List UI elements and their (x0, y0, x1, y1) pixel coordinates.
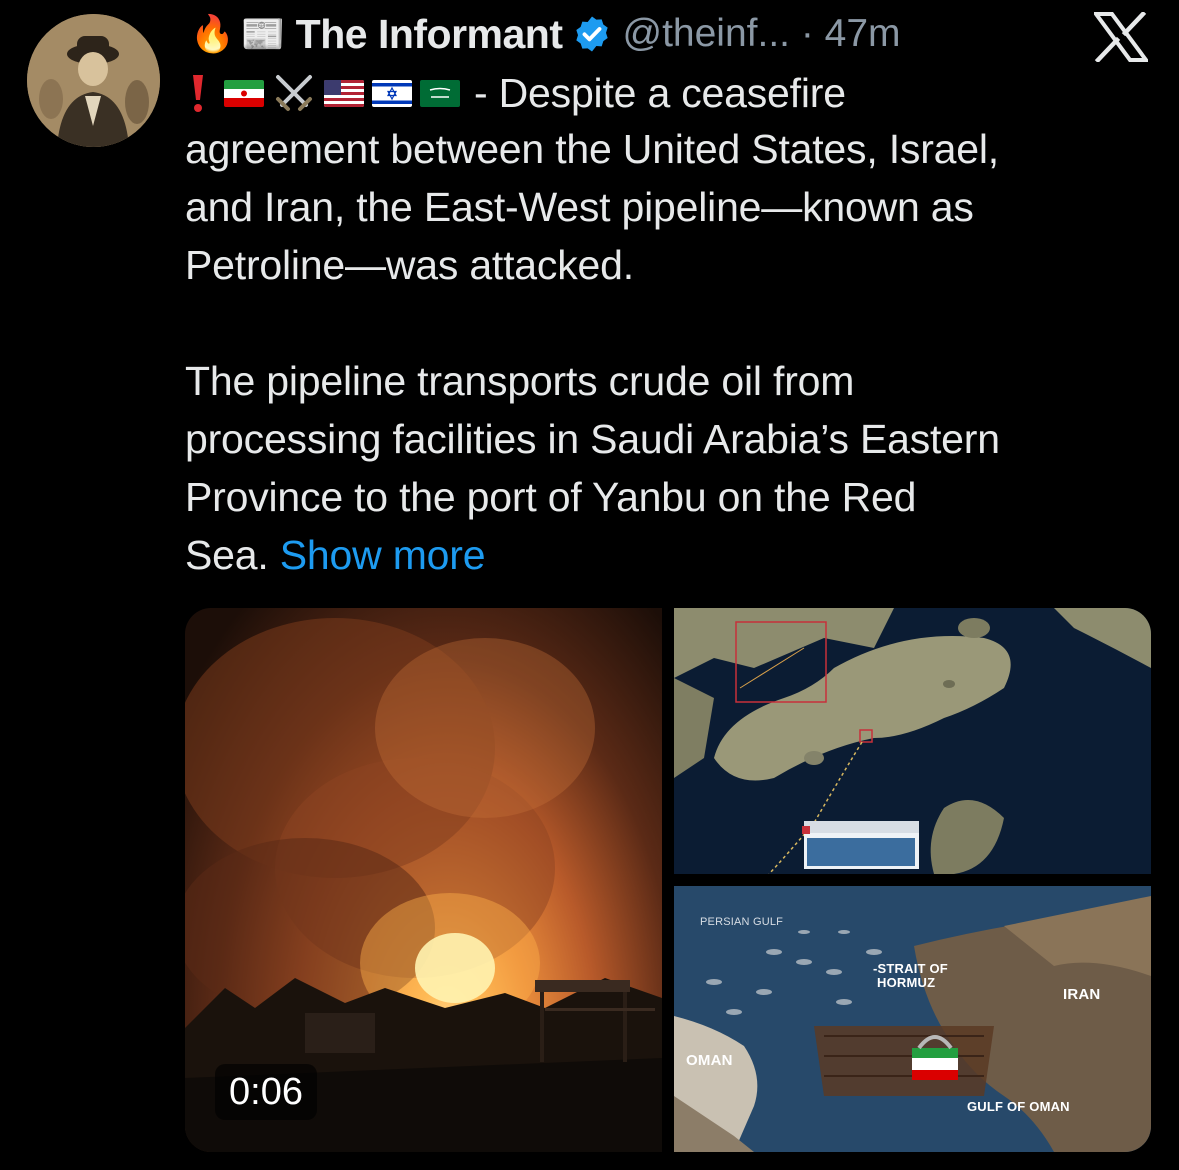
handle-and-time[interactable]: @theinf... · 47m (622, 12, 900, 56)
tweet-text-line2: agreement between the United States, Isr… (185, 126, 999, 172)
label-iran: IRAN (1063, 986, 1101, 1003)
author-name[interactable]: The Informant (296, 11, 563, 58)
saudi-flag-icon (420, 79, 460, 107)
label-persian-gulf: PERSIAN GULF (700, 916, 784, 928)
israel-flag-icon (372, 79, 412, 107)
tweet-para2-line4: Sea. Show more (185, 526, 1145, 584)
tweet-para2-line3: Province to the port of Yanbu on the Red (185, 474, 917, 520)
tweet-body: agreement between the United States, Isr… (185, 120, 1145, 584)
label-hormuz: HORMUZ (877, 975, 936, 990)
newspaper-icon: 📰 (240, 13, 286, 54)
label-strait: -STRAIT OF (873, 961, 948, 976)
avatar[interactable] (27, 14, 160, 147)
crossed-swords-icon (276, 75, 312, 111)
tweet-para2-line2: processing facilities in Saudi Arabia’s … (185, 416, 1000, 462)
label-gulf-of-oman: GULF OF OMAN (967, 1099, 1070, 1114)
map-image-top[interactable] (674, 608, 1151, 874)
us-flag-icon (324, 79, 364, 107)
tweet-para2-line4-text: Sea. (185, 532, 269, 578)
show-more-link[interactable]: Show more (280, 532, 486, 578)
media-grid: 0:06 PERSIAN GULF -STRAIT OF HORMUZ IRAN… (185, 608, 1151, 1152)
tweet-first-line: - Despite a ceasefire (190, 66, 846, 120)
map-image-bottom[interactable]: PERSIAN GULF -STRAIT OF HORMUZ IRAN OMAN… (674, 886, 1151, 1152)
tweet-text-line1: - Despite a ceasefire (474, 70, 846, 116)
tweet-text-line4: Petroline—was attacked. (185, 242, 634, 288)
tweet-para2-line1: The pipeline transports crude oil from (185, 358, 855, 404)
iran-flag-icon (224, 79, 264, 107)
video-thumbnail[interactable]: 0:06 (185, 608, 662, 1152)
fire-icon: 🔥 (190, 13, 235, 54)
exclamation-icon (193, 75, 203, 112)
tweet-text-line3: and Iran, the East-West pipeline—known a… (185, 184, 974, 230)
tweet-header: 🔥 📰 The Informant @theinf... · 47m (190, 8, 901, 60)
x-logo-icon[interactable] (1094, 12, 1148, 62)
verified-badge-icon (576, 16, 609, 52)
label-oman: OMAN (686, 1052, 733, 1069)
video-duration: 0:06 (215, 1064, 317, 1120)
